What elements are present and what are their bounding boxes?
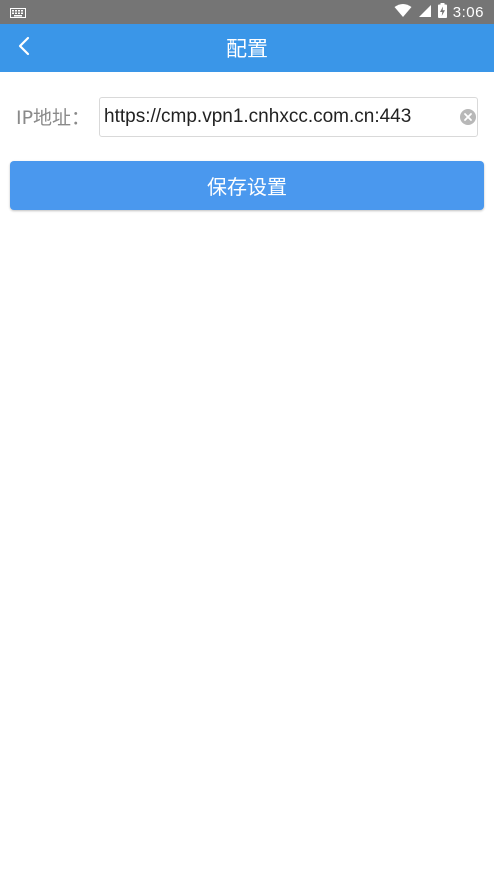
keyboard-icon xyxy=(10,3,26,22)
page-title: 配置 xyxy=(226,37,268,61)
app-bar: 配置 xyxy=(0,24,494,72)
cellular-signal-icon xyxy=(418,3,432,22)
battery-charging-icon xyxy=(437,2,447,22)
status-bar: 3:06 xyxy=(0,0,494,24)
ip-label: IP地址： xyxy=(16,107,91,129)
chevron-left-icon xyxy=(17,36,31,60)
status-right: 3:06 xyxy=(394,2,484,22)
save-settings-label: 保存设置 xyxy=(207,175,287,199)
status-left xyxy=(10,3,26,22)
clear-circle-icon xyxy=(464,113,472,121)
ip-form-row: IP地址： xyxy=(0,96,494,140)
save-settings-button[interactable]: 保存设置 xyxy=(10,161,484,210)
clear-input-button[interactable] xyxy=(460,109,476,125)
wifi-icon xyxy=(394,3,412,22)
ip-input-wrapper xyxy=(99,97,478,137)
ip-address-input[interactable] xyxy=(104,98,456,136)
status-time: 3:06 xyxy=(452,3,484,21)
back-button[interactable] xyxy=(6,24,42,72)
